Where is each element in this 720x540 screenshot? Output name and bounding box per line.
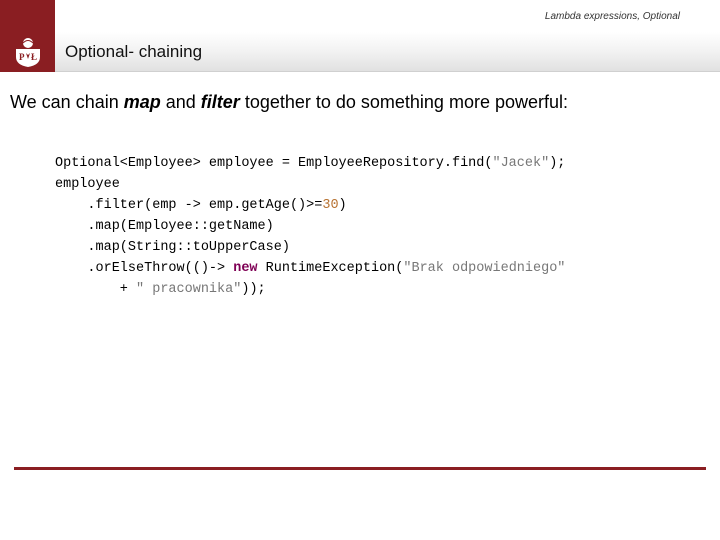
svg-text:P: P xyxy=(19,52,25,62)
code-line-4: .map(Employee::getName) xyxy=(55,219,274,234)
breadcrumb: Lambda expressions, Optional xyxy=(545,11,680,22)
page-title: Optional- chaining xyxy=(65,42,202,62)
code-line-3: .filter(emp -> emp.getAge()>=30) xyxy=(55,198,347,213)
code-line-2: employee xyxy=(55,177,120,192)
crest-icon: P Ł xyxy=(8,35,48,69)
intro-pre: We can chain xyxy=(10,92,124,112)
intro-filter: filter xyxy=(201,92,240,112)
intro-paragraph: We can chain map and filter together to … xyxy=(10,90,710,114)
code-block: Optional<Employee> employee = EmployeeRe… xyxy=(55,154,710,300)
footer-divider xyxy=(14,467,706,470)
title-bar: P Ł Optional- chaining xyxy=(0,32,720,72)
code-line-6: .orElseThrow(()-> new RuntimeException("… xyxy=(55,261,565,276)
code-line-7: + " pracownika")); xyxy=(55,282,266,297)
code-line-1: Optional<Employee> employee = EmployeeRe… xyxy=(55,156,565,171)
university-logo: P Ł xyxy=(0,32,55,72)
top-bar: Lambda expressions, Optional xyxy=(0,0,720,32)
title-wrap: Optional- chaining xyxy=(55,32,720,72)
top-accent xyxy=(0,0,55,32)
intro-map: map xyxy=(124,92,161,112)
svg-text:Ł: Ł xyxy=(31,52,37,62)
intro-post: together to do something more powerful: xyxy=(240,92,568,112)
slide-content: We can chain map and filter together to … xyxy=(10,90,710,301)
code-line-5: .map(String::toUpperCase) xyxy=(55,240,290,255)
intro-mid: and xyxy=(161,92,201,112)
